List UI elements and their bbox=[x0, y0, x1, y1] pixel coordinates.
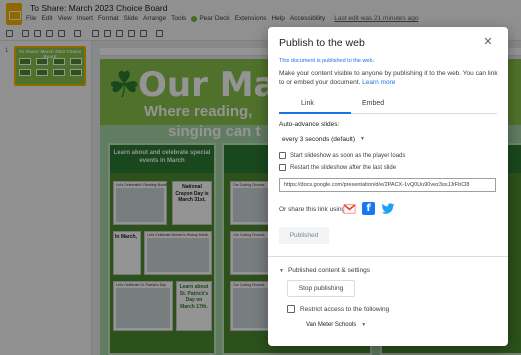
publish-tabs: Link Embed bbox=[279, 98, 497, 114]
expand-triangle-icon: ▼ bbox=[279, 267, 284, 274]
published-status: This document is published to the web. bbox=[279, 58, 375, 64]
restart-slideshow-option[interactable]: Restart the slideshow after the last sli… bbox=[279, 163, 396, 172]
restrict-access-option[interactable]: Restrict access to the following bbox=[287, 305, 389, 313]
facebook-icon[interactable]: f bbox=[362, 202, 375, 215]
section-divider bbox=[268, 256, 508, 257]
tab-embed[interactable]: Embed bbox=[362, 100, 384, 107]
auto-advance-select[interactable]: every 3 seconds (default) ▼ bbox=[279, 133, 367, 146]
gmail-icon[interactable] bbox=[343, 202, 356, 215]
organization-value: Van Meter Schools bbox=[306, 322, 357, 328]
published-settings-toggle[interactable]: ▼ Published content & settings bbox=[279, 267, 370, 274]
active-tab-indicator bbox=[279, 112, 351, 114]
organization-select[interactable]: Van Meter Schools ▼ bbox=[303, 319, 368, 332]
chevron-down-icon: ▼ bbox=[360, 136, 365, 142]
restart-slideshow-label: Restart the slideshow after the last sli… bbox=[290, 164, 397, 171]
restrict-access-label: Restrict access to the following bbox=[300, 305, 390, 313]
start-slideshow-label: Start slideshow as soon as the player lo… bbox=[290, 152, 406, 159]
auto-advance-value: every 3 seconds (default) bbox=[282, 136, 355, 143]
tab-link[interactable]: Link bbox=[301, 100, 314, 107]
restart-slideshow-checkbox[interactable] bbox=[279, 164, 286, 171]
stop-publishing-button[interactable]: Stop publishing bbox=[287, 280, 355, 297]
auto-advance-label: Auto-advance slides: bbox=[279, 121, 340, 128]
published-button[interactable]: Published bbox=[279, 227, 329, 244]
start-slideshow-checkbox[interactable] bbox=[279, 152, 286, 159]
published-url-field[interactable]: https://docs.google.com/presentation/d/e… bbox=[279, 178, 496, 192]
dialog-description: Make your content visible to anyone by p… bbox=[279, 69, 501, 88]
twitter-icon[interactable] bbox=[381, 203, 395, 215]
start-slideshow-option[interactable]: Start slideshow as soon as the player lo… bbox=[279, 151, 405, 160]
share-label: Or share this link using: bbox=[279, 206, 347, 213]
chevron-down-icon: ▼ bbox=[361, 322, 367, 328]
restrict-access-checkbox[interactable] bbox=[287, 305, 295, 313]
published-settings-label: Published content & settings bbox=[287, 267, 370, 274]
learn-more-link[interactable]: Learn more bbox=[362, 79, 395, 86]
close-icon[interactable]: ✕ bbox=[482, 36, 494, 48]
dialog-title: Publish to the web bbox=[279, 37, 365, 49]
publish-dialog: Publish to the web ✕ This document is pu… bbox=[268, 27, 508, 346]
